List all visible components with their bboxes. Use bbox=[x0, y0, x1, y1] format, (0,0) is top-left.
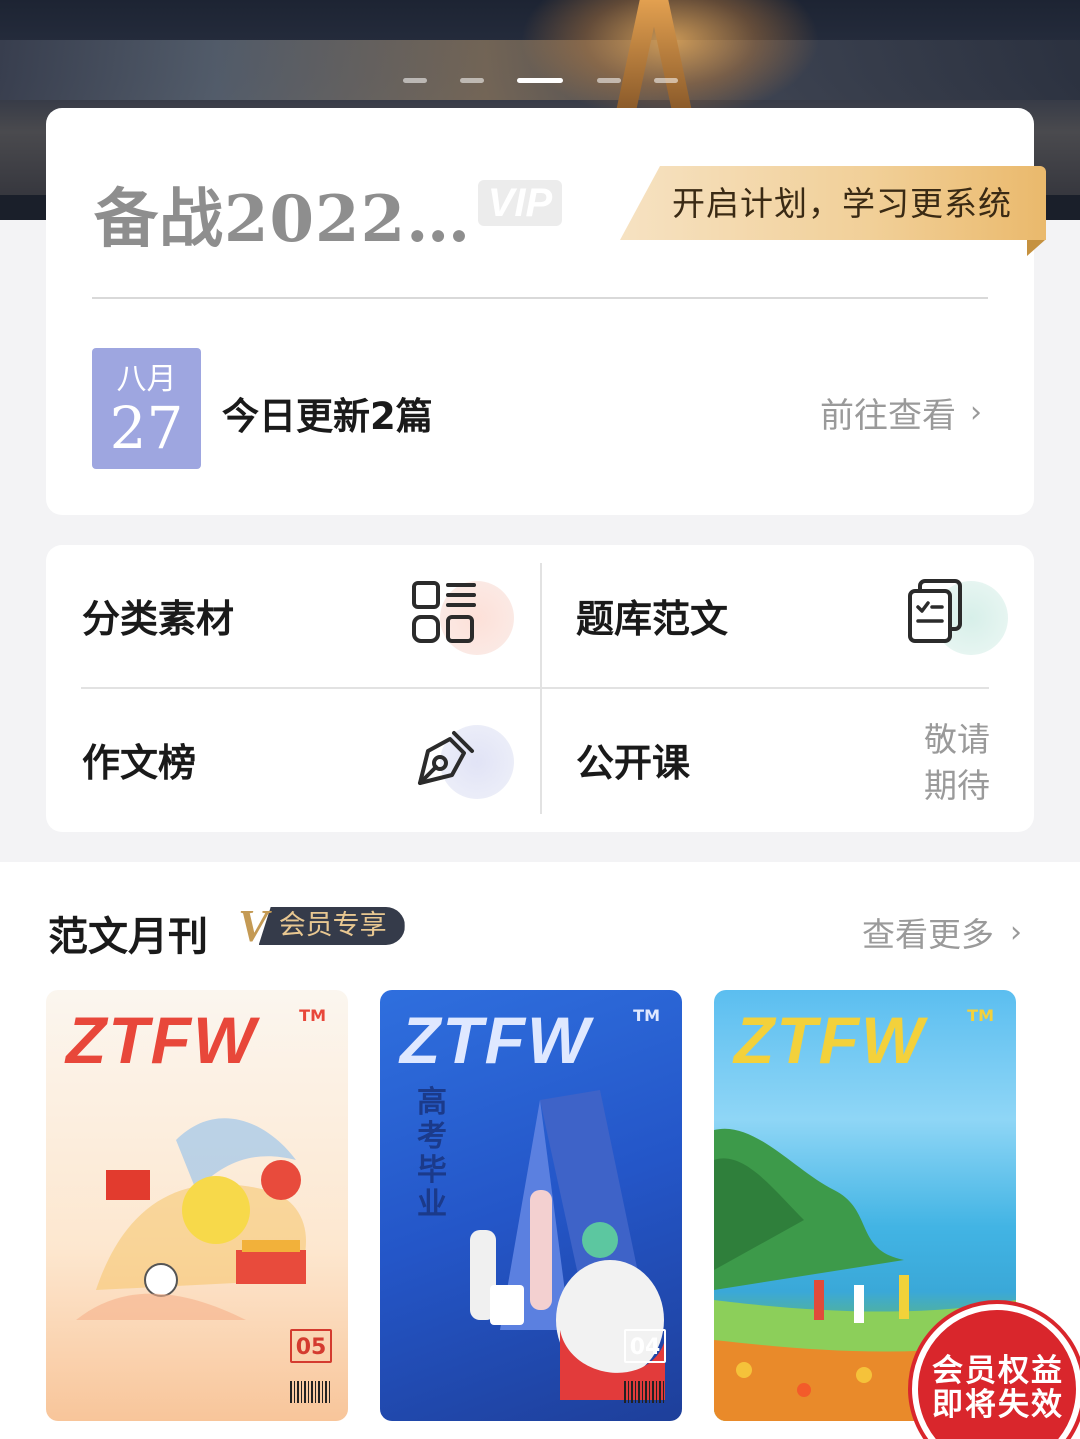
chevron-right-icon: › bbox=[970, 395, 982, 430]
issue-number: 04 bbox=[624, 1329, 666, 1363]
feature-label: 公开课 bbox=[576, 741, 691, 785]
study-plan-card: 备战2022… VIP 开启计划，学习更系统 八月 27 今日更新2篇 前往查看… bbox=[46, 108, 1046, 515]
magazine-cover[interactable]: ZTFW TM 高考毕业 04 bbox=[380, 990, 682, 1421]
cover-illustration bbox=[76, 1118, 306, 1320]
feature-label: 作文榜 bbox=[82, 741, 197, 785]
barcode-icon bbox=[290, 1381, 330, 1403]
stamp-text: 会员权益 即将失效 bbox=[932, 1354, 1080, 1422]
member-v-icon: V bbox=[238, 900, 269, 951]
coming-soon-line: 敬请 bbox=[924, 720, 990, 759]
magazine-logo: ZTFW bbox=[66, 1003, 258, 1077]
category-icon bbox=[404, 559, 514, 669]
today-update-text: 今日更新2篇 bbox=[222, 395, 433, 438]
date-month: 八月 bbox=[116, 362, 177, 397]
chevron-right-icon: › bbox=[1010, 914, 1022, 950]
view-more-link[interactable]: 查看更多 › bbox=[862, 908, 1022, 956]
carousel-indicators bbox=[0, 78, 1080, 84]
carousel-dot-active[interactable] bbox=[517, 78, 563, 83]
feature-label: 题库范文 bbox=[576, 597, 729, 641]
date-day: 27 bbox=[109, 394, 184, 462]
magazine-logo: ZTFW bbox=[734, 1003, 926, 1077]
feature-essay-ranking[interactable]: 作文榜 bbox=[82, 693, 542, 833]
carousel-dot[interactable] bbox=[597, 78, 621, 83]
start-plan-button[interactable]: 开启计划，学习更系统 bbox=[620, 166, 1046, 240]
feature-grid: 分类素材 题库范文 作文榜 公开课 敬请 期待 bbox=[46, 545, 1034, 832]
view-more-label: 查看更多 bbox=[862, 915, 994, 954]
barcode-icon bbox=[624, 1381, 664, 1403]
divider bbox=[92, 297, 988, 299]
section-title: 范文月刊 bbox=[48, 914, 208, 960]
feature-category-materials[interactable]: 分类素材 bbox=[82, 549, 542, 689]
pen-nib-icon bbox=[404, 703, 514, 813]
trademark-mark: TM bbox=[633, 1006, 660, 1025]
trademark-mark: TM bbox=[299, 1006, 326, 1025]
issue-number: 05 bbox=[290, 1329, 332, 1363]
goto-view-label: 前往查看 bbox=[820, 396, 956, 436]
coming-soon-text: 敬请 期待 bbox=[924, 717, 990, 809]
magazine-logo: ZTFW bbox=[400, 1003, 592, 1077]
feature-label: 分类素材 bbox=[82, 597, 235, 641]
carousel-dot[interactable] bbox=[654, 78, 678, 83]
stamp-line: 即将失效 bbox=[932, 1387, 1064, 1423]
goto-view-link[interactable]: 前往查看 › bbox=[820, 388, 982, 437]
stamp-line: 会员权益 bbox=[932, 1353, 1064, 1389]
trademark-mark: TM bbox=[967, 1006, 994, 1025]
ribbon-fold bbox=[1027, 240, 1045, 256]
member-only-tag: V 会员专享 bbox=[238, 900, 405, 951]
start-plan-label: 开启计划，学习更系统 bbox=[672, 184, 1012, 223]
magazine-cover[interactable]: ZTFW TM 05 bbox=[46, 990, 348, 1421]
carousel-dot[interactable] bbox=[403, 78, 427, 83]
vip-badge: VIP bbox=[478, 180, 562, 226]
coming-soon-line: 期待 bbox=[924, 766, 990, 805]
monthly-magazine-section: 范文月刊 V 会员专享 查看更多 › ZTFW TM 05 ZTFW TM 高考… bbox=[0, 862, 1080, 1439]
carousel-dot[interactable] bbox=[460, 78, 484, 83]
feature-question-bank[interactable]: 题库范文 bbox=[576, 549, 1036, 689]
document-list-icon bbox=[898, 559, 1008, 669]
plan-title[interactable]: 备战2022… bbox=[94, 168, 471, 260]
member-only-label: 会员专享 bbox=[258, 907, 405, 945]
calendar-date-tile: 八月 27 bbox=[92, 348, 201, 469]
